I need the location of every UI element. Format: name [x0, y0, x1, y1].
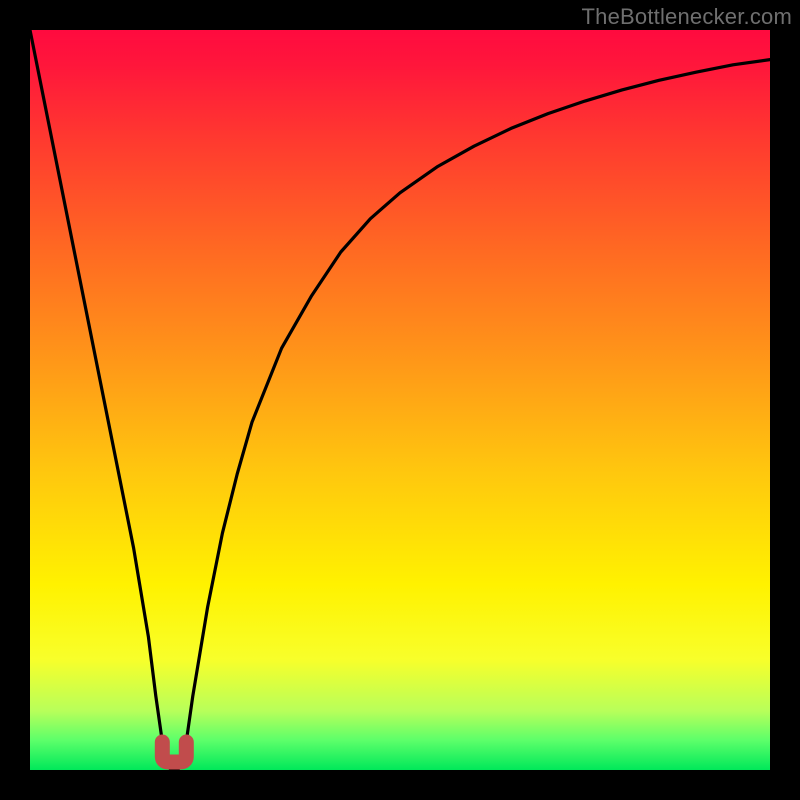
chart-frame: TheBottlenecker.com: [0, 0, 800, 800]
plot-area: [30, 30, 770, 770]
curve-layer: [30, 30, 770, 770]
watermark-text: TheBottlenecker.com: [582, 4, 792, 30]
optimum-marker: [162, 742, 186, 762]
bottleneck-curve: [30, 30, 770, 770]
